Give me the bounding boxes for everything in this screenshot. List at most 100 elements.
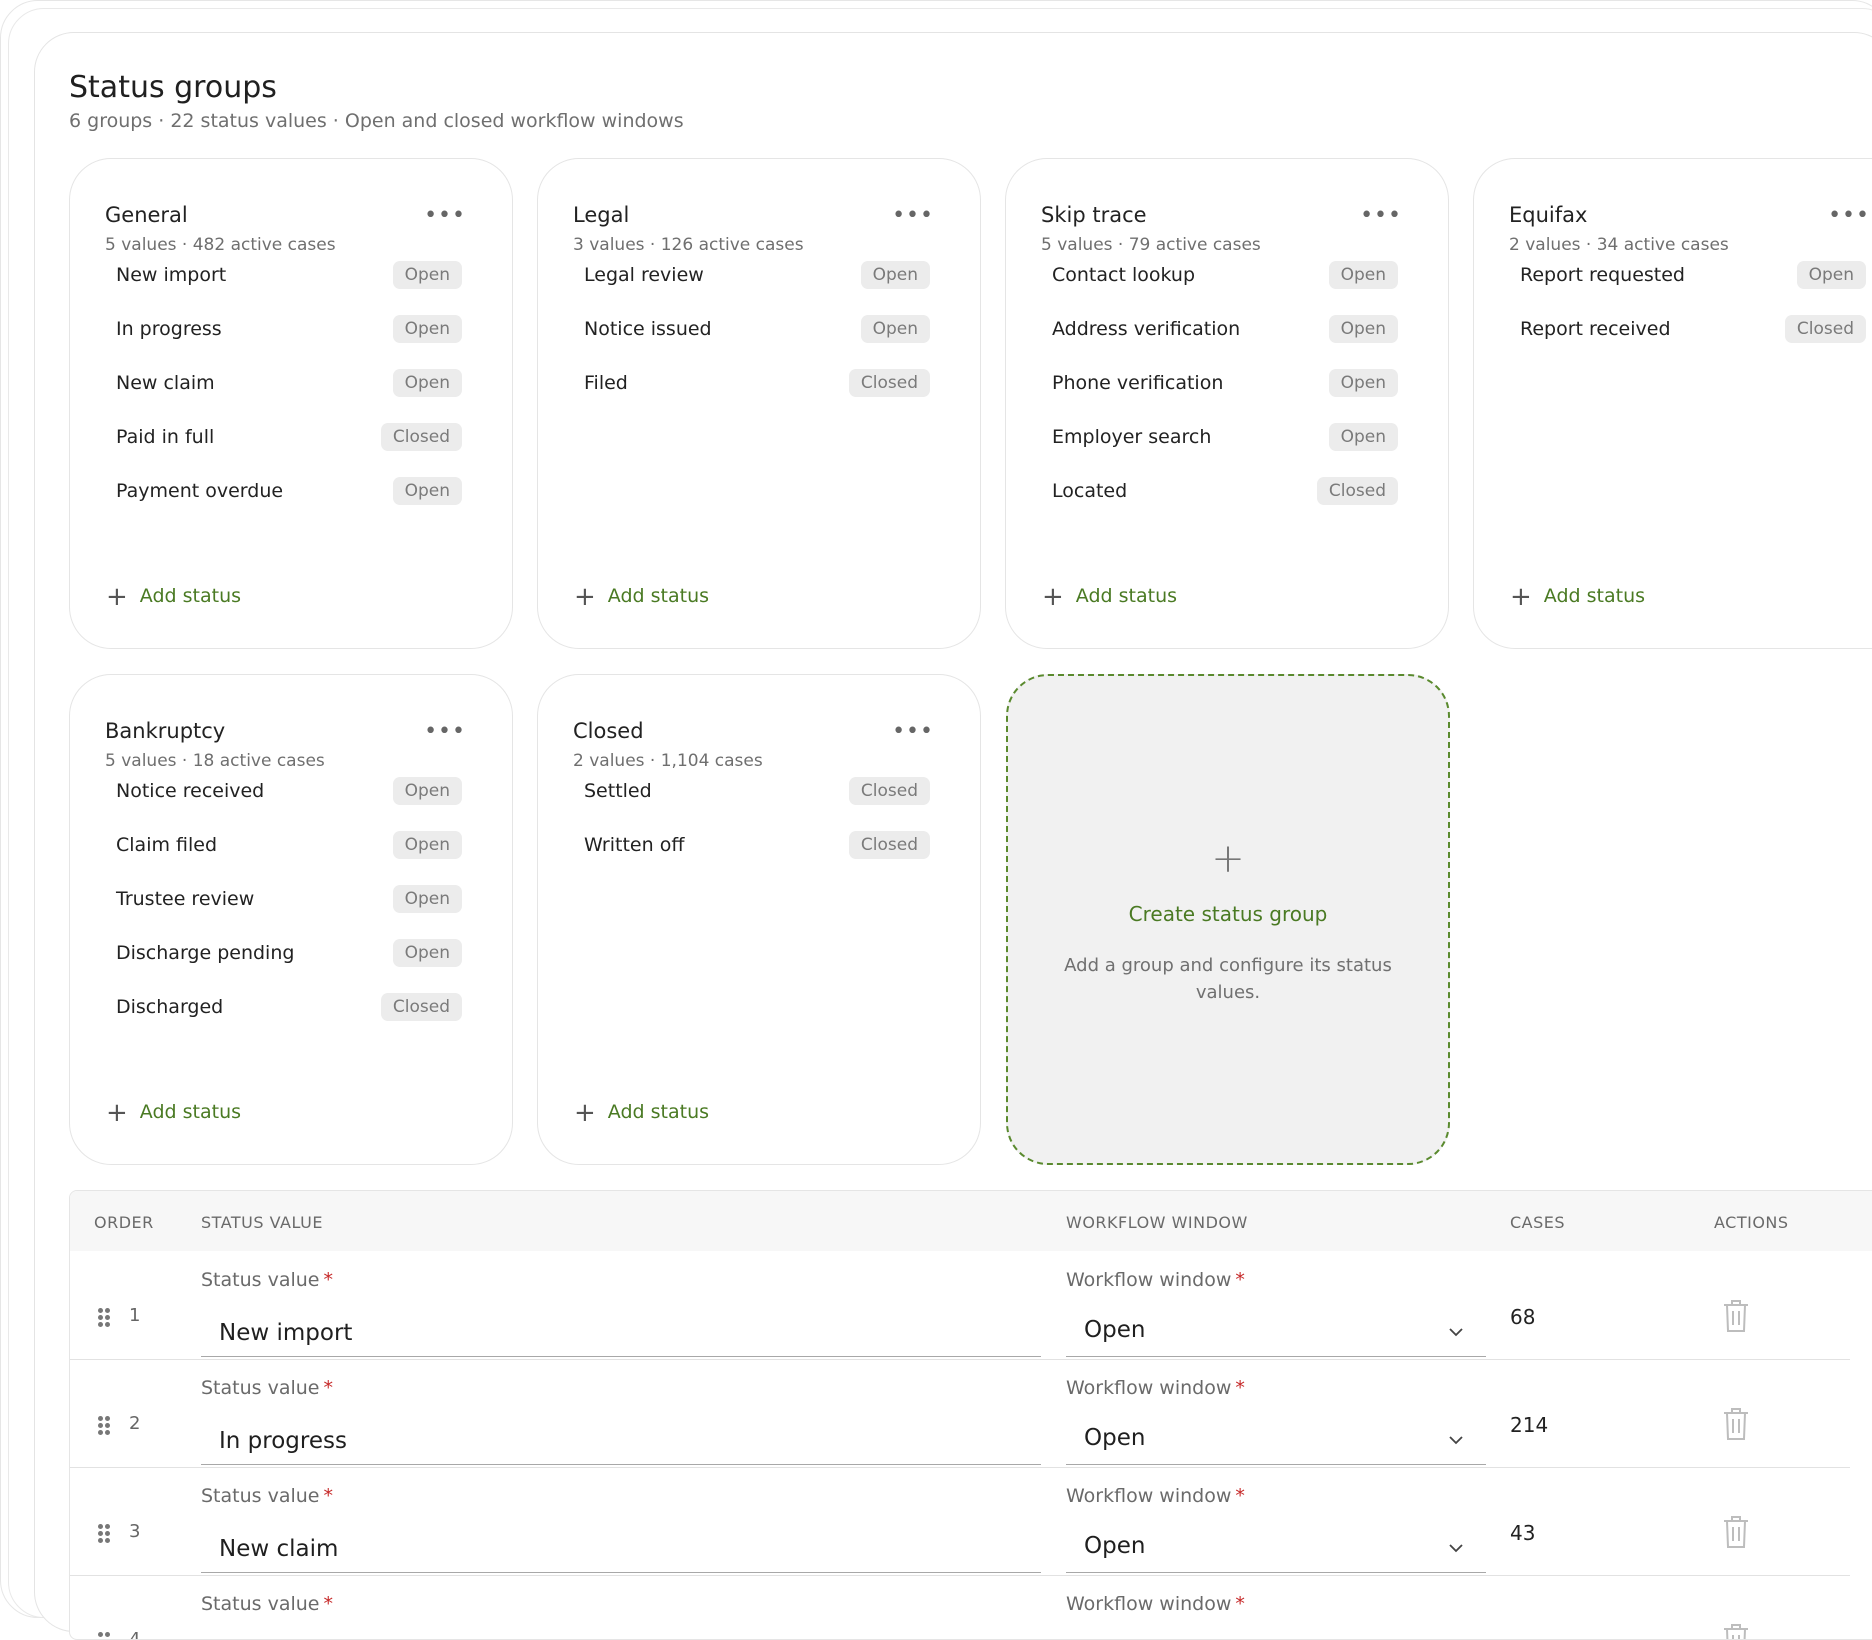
cases-count: 68 [1510, 1305, 1536, 1329]
workflow-window-badge: Open [392, 885, 462, 913]
more-horizontal-icon[interactable]: ••• [892, 205, 934, 227]
status-name: Settled [584, 780, 652, 802]
status-name: Written off [584, 834, 685, 856]
workflow-window-label: Workflow window * [1066, 1593, 1245, 1615]
workflow-window-select[interactable] [1066, 1633, 1486, 1639]
status-item[interactable]: Written off Closed [584, 826, 930, 866]
workflow-window-select[interactable]: Open [1066, 1309, 1486, 1357]
status-item[interactable]: Settled Closed [584, 772, 930, 812]
add-status-button[interactable]: + Add status [106, 582, 241, 612]
plus-icon: + [106, 1098, 128, 1128]
status-name: New import [116, 264, 227, 286]
status-item[interactable]: Contact lookup Open [1052, 256, 1398, 296]
chevron-down-icon [1449, 1328, 1463, 1337]
status-name: Notice received [116, 780, 265, 802]
status-group-card: General 5 values · 482 active cases ••• Ne… [69, 158, 513, 649]
status-value-input[interactable] [201, 1309, 1041, 1357]
status-name: New claim [116, 372, 215, 394]
workflow-window-badge: Open [1796, 261, 1866, 289]
status-value-input[interactable] [201, 1417, 1041, 1465]
status-item[interactable]: Notice received Open [116, 772, 462, 812]
workflow-window-select[interactable]: Open [1066, 1525, 1486, 1573]
status-name: Filed [584, 372, 628, 394]
create-status-group-description: Add a group and configure its status val… [1064, 955, 1392, 1003]
more-horizontal-icon[interactable]: ••• [424, 721, 466, 743]
add-status-button[interactable]: + Add status [1042, 582, 1177, 612]
workflow-window-badge: Open [392, 477, 462, 505]
status-item[interactable]: Legal review Open [584, 256, 930, 296]
status-item[interactable]: Payment overdue Open [116, 472, 462, 512]
status-item[interactable]: Paid in full Closed [116, 418, 462, 458]
status-group-card: Legal 3 values · 126 active cases ••• Lega… [537, 158, 981, 649]
workflow-window-badge: Closed [848, 831, 930, 859]
trash-icon[interactable] [1722, 1623, 1750, 1640]
trash-icon[interactable] [1722, 1299, 1750, 1333]
status-value-input[interactable] [201, 1525, 1041, 1573]
status-item[interactable]: Discharged Closed [116, 988, 462, 1028]
status-item[interactable]: Discharge pending Open [116, 934, 462, 974]
page-title: Status groups [69, 70, 277, 105]
plus-icon: + [574, 1098, 596, 1128]
status-value-label: Status value * [201, 1485, 333, 1507]
cases-count: 43 [1510, 1521, 1536, 1545]
status-name: Trustee review [116, 888, 255, 910]
workflow-window-badge: Open [392, 369, 462, 397]
trash-icon[interactable] [1722, 1515, 1750, 1549]
status-item[interactable]: Employer search Open [1052, 418, 1398, 458]
status-name: Phone verification [1052, 372, 1224, 394]
plus-icon: + [574, 582, 596, 612]
status-item[interactable]: New import Open [116, 256, 462, 296]
workflow-window-badge: Open [860, 261, 930, 289]
status-group-card: Closed 2 values · 1,104 cases ••• Settled … [537, 674, 981, 1165]
drag-handle-icon[interactable] [98, 1308, 110, 1328]
workflow-window-badge: Open [860, 315, 930, 343]
more-horizontal-icon[interactable]: ••• [424, 205, 466, 227]
drag-handle-icon[interactable] [98, 1524, 110, 1544]
drag-handle-icon[interactable] [98, 1632, 110, 1639]
group-meta: 3 values · 126 active cases [573, 235, 804, 255]
workflow-window-label: Workflow window * [1066, 1269, 1245, 1291]
plus-icon: + [1510, 582, 1532, 612]
create-status-group-label: Create status group [1128, 902, 1328, 926]
status-item[interactable]: Located Closed [1052, 472, 1398, 512]
status-name: Notice issued [584, 318, 712, 340]
status-name: Report requested [1520, 264, 1685, 286]
status-item[interactable]: New claim Open [116, 364, 462, 404]
status-item[interactable]: Trustee review Open [116, 880, 462, 920]
status-name: Legal review [584, 264, 704, 286]
more-horizontal-icon[interactable]: ••• [892, 721, 934, 743]
add-status-button[interactable]: + Add status [1510, 582, 1645, 612]
add-status-label: Add status [139, 1101, 242, 1123]
add-status-button[interactable]: + Add status [574, 582, 709, 612]
status-value-input[interactable] [201, 1633, 1041, 1639]
status-item[interactable]: In progress Open [116, 310, 462, 350]
order-number: 4 [129, 1629, 141, 1640]
status-name: Located [1052, 480, 1128, 502]
status-name: Report received [1520, 318, 1671, 340]
create-status-group-card[interactable]: + Create status group Add a group and co… [1006, 674, 1450, 1165]
trash-icon[interactable] [1722, 1407, 1750, 1441]
workflow-window-select[interactable]: Open [1066, 1417, 1486, 1465]
more-horizontal-icon[interactable]: ••• [1360, 205, 1402, 227]
status-name: Discharged [116, 996, 224, 1018]
column-header-status-value: STATUS VALUE [201, 1213, 323, 1232]
status-item[interactable]: Notice issued Open [584, 310, 930, 350]
column-header-workflow-window: WORKFLOW WINDOW [1066, 1213, 1248, 1232]
drag-handle-icon[interactable] [98, 1416, 110, 1436]
add-status-button[interactable]: + Add status [106, 1098, 241, 1128]
status-item[interactable]: Phone verification Open [1052, 364, 1398, 404]
workflow-window-badge: Open [1328, 369, 1398, 397]
status-item[interactable]: Report requested Open [1520, 256, 1866, 296]
status-item[interactable]: Address verification Open [1052, 310, 1398, 350]
status-name: Address verification [1052, 318, 1241, 340]
plus-icon: + [106, 582, 128, 612]
group-meta: 2 values · 1,104 cases [573, 751, 763, 771]
status-item[interactable]: Claim filed Open [116, 826, 462, 866]
workflow-window-badge: Open [392, 261, 462, 289]
table-row: 1 Status value* Workflow window* Open 68 [70, 1251, 1850, 1360]
order-number: 3 [129, 1521, 141, 1542]
status-item[interactable]: Report received Closed [1520, 310, 1866, 350]
status-item[interactable]: Filed Closed [584, 364, 930, 404]
add-status-button[interactable]: + Add status [574, 1098, 709, 1128]
more-horizontal-icon[interactable]: ••• [1828, 205, 1870, 227]
